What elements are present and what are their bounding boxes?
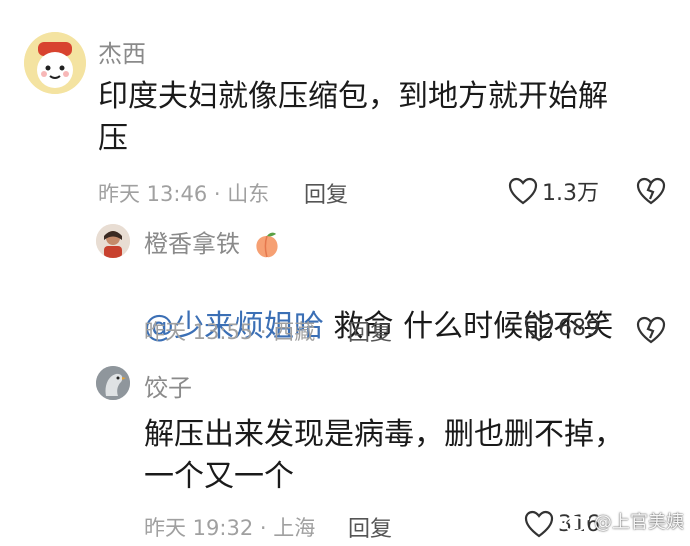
- watermark-text: @上官美姨: [594, 512, 684, 533]
- comment-meta: 昨天 13:46 · 山东: [98, 182, 270, 206]
- reply-button[interactable]: 回复: [348, 315, 392, 347]
- like-count: 689: [558, 315, 600, 341]
- bird-avatar-icon: [96, 366, 130, 400]
- watermark: @上官美姨: [564, 508, 684, 534]
- heart-icon: [524, 510, 554, 538]
- photo-avatar-icon: [96, 224, 130, 258]
- comment-author[interactable]: 杰西: [98, 34, 146, 69]
- reply-button[interactable]: 回复: [348, 511, 392, 543]
- comment-author[interactable]: 橙香拿铁: [144, 224, 282, 260]
- comment-author[interactable]: 饺子: [144, 368, 192, 403]
- like-button[interactable]: 689: [524, 314, 600, 342]
- peach-emoji-icon: [256, 232, 278, 258]
- heart-icon: [508, 177, 538, 205]
- broken-heart-icon[interactable]: [636, 316, 666, 344]
- heart-icon: [524, 314, 554, 342]
- avatar[interactable]: [96, 224, 130, 258]
- like-count: 1.3万: [542, 181, 599, 206]
- comment-meta: 昨天 13:55 · 西藏: [144, 320, 316, 344]
- avatar[interactable]: [24, 32, 86, 94]
- cartoon-avatar-icon: [24, 32, 86, 94]
- like-button[interactable]: 1.3万: [508, 175, 599, 207]
- comment-meta: 昨天 19:32 · 上海: [144, 516, 316, 540]
- weibo-logo-icon: [564, 512, 590, 532]
- broken-heart-icon[interactable]: [636, 177, 666, 205]
- comment-text: 解压出来发现是病毒，删也删不掉， 一个又一个: [144, 417, 624, 494]
- reply-button[interactable]: 回复: [304, 177, 348, 209]
- comment-text: 印度夫妇就像压缩包，到地方就开始解 压: [98, 79, 608, 156]
- avatar[interactable]: [96, 366, 130, 400]
